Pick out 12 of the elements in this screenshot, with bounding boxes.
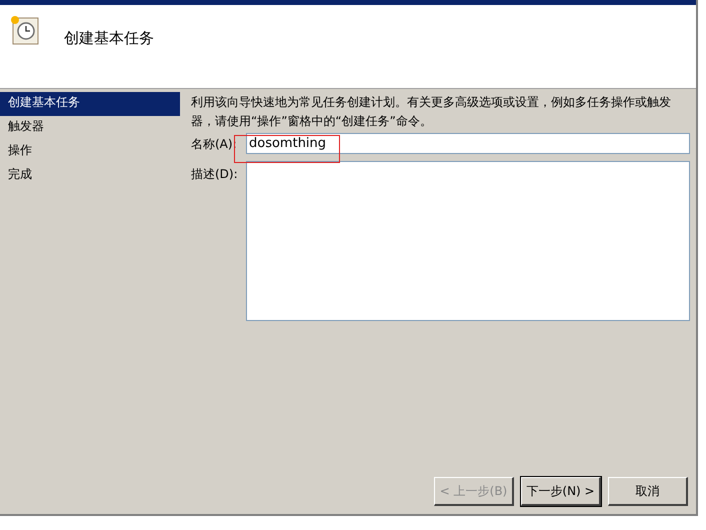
description-field[interactable] [246, 161, 690, 321]
name-field[interactable]: dosomthing [246, 133, 690, 154]
wizard-button[interactable]: 取消 [608, 477, 688, 506]
wizard-step[interactable]: 操作 [0, 140, 180, 164]
description-label: 描述(D): [191, 166, 239, 183]
wizard-step[interactable]: 完成 [0, 164, 180, 188]
clock-icon [10, 15, 40, 45]
wizard-step[interactable]: 创建基本任务 [0, 92, 180, 116]
wizard-button[interactable]: 下一步(N) > [521, 477, 601, 506]
wizard-step[interactable]: 触发器 [0, 116, 180, 140]
header-title: 创建基本任务 [64, 28, 154, 49]
intro-text: 利用该向导快速地为常见任务创建计划。有关更多高级选项或设置，例如多任务操作或触发器，请使用“操作”窗格中的“创建任务”命令。 [191, 94, 672, 130]
